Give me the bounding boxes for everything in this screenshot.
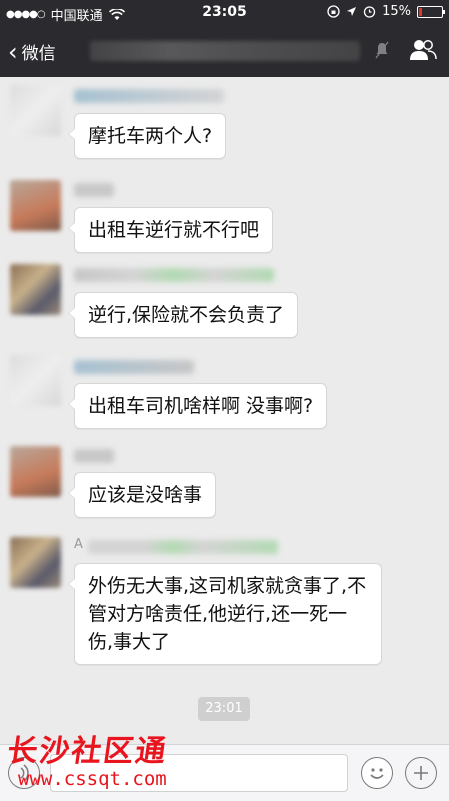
message-bubble[interactable]: 出租车逆行就不行吧 [67,207,274,253]
avatar[interactable] [10,355,61,406]
chevron-left-icon: ‹ [8,37,18,66]
alarm-icon [363,6,376,18]
message-bubble[interactable]: 外伤无大事,这司机家就贪事了,不管对方啥责任,他逆行,还一死一伤,事大了 [68,563,382,665]
battery-percent: 15% [382,4,411,19]
site-watermark: 长沙社区通 www.cssqt.com [5,726,170,790]
sender-name-blurred [74,89,224,103]
group-members-icon[interactable] [409,38,437,62]
avatar[interactable] [10,446,61,497]
chat-area[interactable]: 摩托车两个人? 出租车逆行就不行吧 逆行,保险就不会负责了 出租车司机啥样啊 没… [0,77,449,740]
navigation-bar: ‹ 微信 [0,25,449,77]
plus-icon [414,766,428,780]
battery-level-fill [419,7,422,16]
more-options-button[interactable] [405,757,437,789]
sender-name-blurred [88,540,278,554]
message-bubble[interactable]: 出租车司机啥样啊 没事啊? [67,383,328,429]
back-label: 微信 [21,44,56,64]
chat-title-blurred [90,41,360,61]
sender-name-blurred [74,268,274,282]
sender-initial: A [74,537,83,552]
sender-name-blurred [74,183,114,197]
avatar[interactable] [10,264,61,315]
emoji-button[interactable] [361,757,393,789]
rotation-lock-icon [327,5,340,18]
message-bubble[interactable]: 逆行,保险就不会负责了 [67,292,299,338]
watermark-url: www.cssqt.com [18,768,167,790]
back-button[interactable]: ‹ 微信 [8,37,56,66]
sender-name-blurred [74,449,114,463]
status-bar: ●●●●○ 中国联通 23:05 15% [0,0,449,25]
location-arrow-icon [347,7,357,16]
avatar[interactable] [10,180,61,231]
mute-notifications-icon [375,41,389,59]
message-bubble[interactable]: 摩托车两个人? [67,113,227,159]
watermark-title: 长沙社区通 [5,734,170,769]
message-bubble[interactable]: 应该是没啥事 [67,472,217,518]
sender-name-blurred [74,360,194,374]
avatar[interactable] [10,537,61,588]
time-divider: 23:01 [198,697,250,721]
avatar[interactable] [10,85,61,136]
smiley-icon [370,768,384,779]
battery-icon [417,5,445,18]
